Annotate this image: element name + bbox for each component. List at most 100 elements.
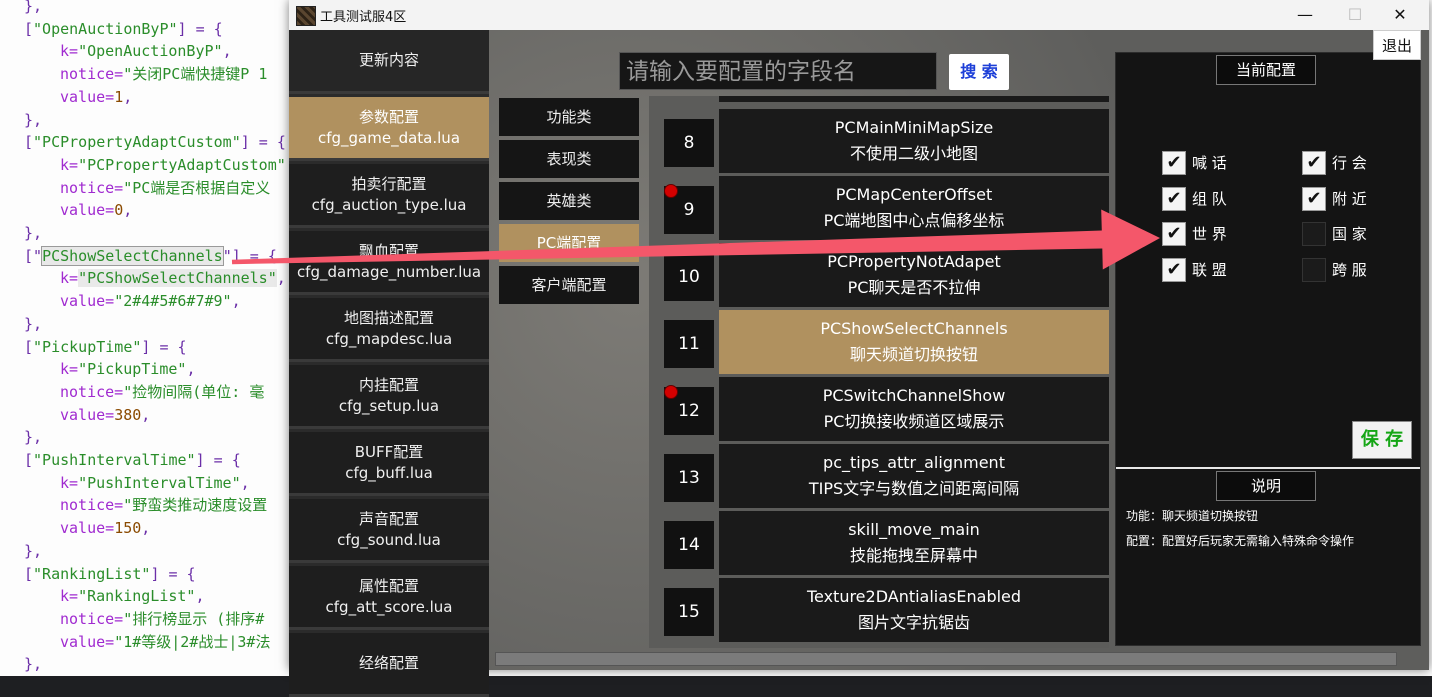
code-token: notice= [60,609,124,628]
row-cell[interactable]: PCMainMiniMapSize 不使用二级小地图 [719,109,1109,173]
red-dot-badge [664,385,678,399]
table-row[interactable]: 10 PCPropertyNotAdapet PC聊天是否不拉伸 [649,243,1109,310]
panel-divider [1116,467,1420,469]
channel-label: 国 家 [1332,225,1367,243]
row-cell[interactable] [719,96,1109,102]
horizontal-scrollbar[interactable] [495,652,1397,666]
row-cell[interactable]: skill_move_main 技能拖拽至屏幕中 [719,511,1109,575]
code-line: value=0, [60,199,132,222]
sidebar-item[interactable]: 飘血配置 cfg_damage_number.lua [289,231,489,295]
code-token: "] = { [222,246,277,265]
checkmark-icon[interactable]: ✔ [1162,151,1186,175]
code-token: notice= [60,382,124,401]
code-token: ] = { [240,133,286,152]
minimize-icon[interactable]: — [1282,0,1328,30]
code-line: notice="排行榜显示 (排序# [60,608,264,631]
sidebar-item-label: 飘血配置 [358,241,419,260]
code-token: 1 [114,87,124,106]
code-token: "OpenAuctionByP" [78,42,223,61]
search-button[interactable]: 搜 索 [949,54,1009,90]
checkmark-icon[interactable]: ✔ [1162,257,1186,282]
row-key: PCSwitchChannelShow [822,386,1006,405]
code-token: "PCPropertyAdaptCustom" [78,155,286,174]
empty-checkbox-icon[interactable] [1302,257,1326,282]
code-line: }, [24,222,42,245]
checkmark-icon[interactable]: ✔ [1302,151,1326,175]
row-cell[interactable]: PCPropertyNotAdapet PC聊天是否不拉伸 [719,243,1109,307]
code-token: "RankingList" [78,587,196,606]
category-tab[interactable]: 表现类 [499,140,639,178]
code-token: [ [24,133,34,152]
category-tab[interactable]: 功能类 [499,98,639,136]
checkmark-icon[interactable]: ✔ [1162,222,1186,246]
row-cell[interactable]: PCShowSelectChannels 聊天频道切换按钮 [719,310,1109,374]
save-button[interactable]: 保 存 [1352,421,1412,459]
channel-label: 喊 话 [1192,154,1227,172]
sidebar-item-label: 经络配置 [358,654,419,672]
row-key: PCMainMiniMapSize [834,118,994,137]
code-line: value=150, [60,517,150,540]
code-token: notice= [60,65,124,84]
table-row[interactable]: 11 PCShowSelectChannels 聊天频道切换按钮 [649,310,1109,377]
sidebar-item[interactable]: BUFF配置 cfg_buff.lua [289,432,489,496]
sidebar-item[interactable]: 参数配置 cfg_game_data.lua [289,97,489,161]
code-line: k="PushIntervalTime", [60,472,250,495]
code-token: "PCShowSelectChannels" [78,269,277,288]
sidebar-item-label: 声音配置 [358,509,419,528]
table-row[interactable]: 8 PCMainMiniMapSize 不使用二级小地图 [649,109,1109,176]
table-row[interactable]: 15 Texture2DAntialiasEnabled 图片文字抗锯齿 [649,578,1109,645]
code-line: ["PushIntervalTime"] = { [24,449,241,472]
code-token: ] = { [150,564,196,583]
search-input[interactable]: 请输入要配置的字段名 [619,52,937,90]
sidebar-item-file: cfg_damage_number.lua [296,262,482,281]
maximize-icon[interactable]: ☐ [1332,0,1378,30]
window-body: 更新内容 参数配置 cfg_game_data.lua 拍卖行配置 cfg_auctio… [289,30,1429,697]
exit-button[interactable]: 退出 [1373,30,1421,60]
row-cell[interactable]: Texture2DAntialiasEnabled 图片文字抗锯齿 [719,578,1109,642]
empty-checkbox-icon[interactable] [1302,222,1326,246]
sidebar-item[interactable]: 内挂配置 cfg_setup.lua [289,365,489,429]
code-token: value= [60,292,115,311]
row-key: PCMapCenterOffset [835,185,993,204]
code-token: k= [60,269,79,288]
table-row[interactable]: 14 skill_move_main 技能拖拽至屏幕中 [649,511,1109,578]
sidebar-item[interactable]: 更新内容 [289,30,489,94]
table-row[interactable]: 12 PCSwitchChannelShow PC切换接收频道区域展示 [649,377,1109,444]
row-cell[interactable]: pc_tips_attr_alignment TIPS文字与数值之间距离间隔 [719,444,1109,508]
code-token: k= [60,587,79,606]
table-row[interactable]: 13 pc_tips_attr_alignment TIPS文字与数值之间距离间隔 [649,444,1109,511]
table-row[interactable]: 9 PCMapCenterOffset PC端地图中心点偏移坐标 [649,176,1109,243]
row-cell[interactable]: PCMapCenterOffset PC端地图中心点偏移坐标 [719,176,1109,240]
current-config-panel: 当前配置 ✔ 喊 话 ✔ 行 会 ✔ 组 队 ✔ 附 近 ✔ 世 界国 家 ✔ 联 盟跨 服 保 存 … [1115,52,1421,646]
code-token: [ [24,451,34,469]
code-token: 150 [114,519,142,538]
sidebar-item-file: cfg_setup.lua [338,396,440,415]
code-token: "PushIntervalTime" [33,451,196,469]
sidebar-item-file: cfg_sound.lua [337,530,441,549]
sidebar-item[interactable]: 地图描述配置 cfg_mapdesc.lua [289,298,489,362]
row-number: 14 [664,521,714,569]
category-tab[interactable]: 客户端配置 [499,266,639,304]
close-icon[interactable]: ✕ [1377,0,1423,30]
sidebar-item[interactable]: 经络配置 [289,633,489,697]
code-line: notice="野蛮类推动速度设置 [60,494,267,517]
row-number: 15 [664,588,714,636]
code-token: }, [24,0,43,15]
checkmark-icon[interactable]: ✔ [1302,186,1326,211]
code-line: }, [24,109,42,132]
table-row [649,96,1109,105]
sidebar-item[interactable]: 属性配置 cfg_att_score.lua [289,566,489,630]
title-bar[interactable]: 工具测试服4区 — ☐ ✕ [289,0,1429,30]
row-cell[interactable]: PCSwitchChannelShow PC切换接收频道区域展示 [719,377,1109,441]
code-token: ] = { [141,337,187,356]
code-token: }, [24,110,43,129]
sidebar-item-label: 属性配置 [358,576,419,595]
row-key: PCShowSelectChannels [820,319,1008,338]
row-number: 13 [664,454,714,502]
category-tab[interactable]: PC端配置 [499,224,639,262]
sidebar-item[interactable]: 声音配置 cfg_sound.lua [289,499,489,563]
sidebar-item[interactable]: 拍卖行配置 cfg_auction_type.lua [289,164,489,228]
category-tab[interactable]: 英雄类 [499,182,639,220]
code-token: , [123,201,133,220]
checkmark-icon[interactable]: ✔ [1162,186,1186,211]
